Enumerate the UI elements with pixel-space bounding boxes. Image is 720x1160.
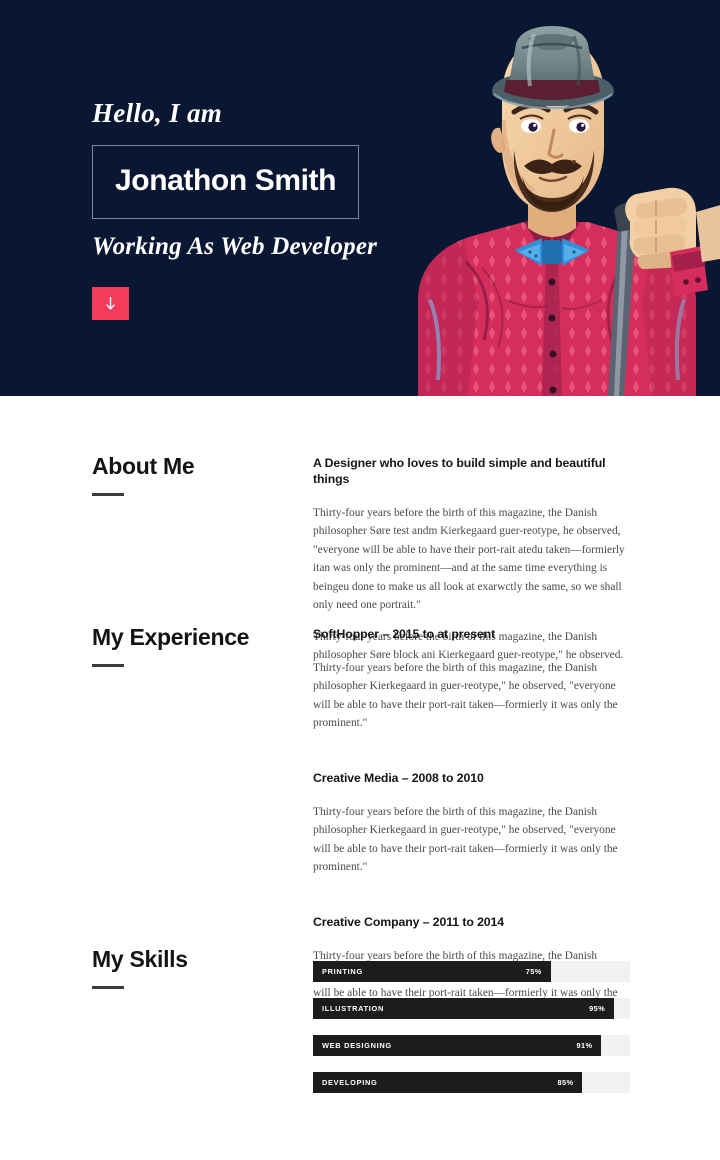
experience-item: Creative Media – 2008 to 2010 Thirty-fou… xyxy=(313,771,630,877)
skill-track: PRINTING 75% xyxy=(313,961,630,982)
hero-name: Jonathon Smith xyxy=(115,164,337,197)
skill-row: WEB DESIGNING 91% xyxy=(313,1035,630,1056)
skills-heading-rule xyxy=(92,986,124,990)
experience-heading-block: My Experience xyxy=(92,624,292,668)
skill-percent: 85% xyxy=(557,1078,574,1087)
skill-label: PRINTING xyxy=(322,967,363,976)
hero-greeting: Hello, I am xyxy=(92,98,223,128)
about-heading-rule xyxy=(92,493,124,497)
experience-item-title: Creative Media – 2008 to 2010 xyxy=(313,770,484,785)
hero-section: Hello, I am Jonathon Smith Working As We… xyxy=(0,0,720,396)
skill-label: DEVELOPING xyxy=(322,1078,378,1087)
hero-text-block: Hello, I am Jonathon Smith Working As We… xyxy=(92,98,377,320)
about-heading: About Me xyxy=(92,453,195,479)
arrow-down-icon xyxy=(106,296,115,310)
scroll-down-button[interactable] xyxy=(92,287,129,320)
experience-item-title: SoftHopper – 2015 to at present xyxy=(313,627,496,641)
experience-heading: My Experience xyxy=(92,624,250,650)
experience-item-text: Thirty-four years before the birth of th… xyxy=(313,661,618,730)
skill-fill: WEB DESIGNING 91% xyxy=(313,1035,602,1056)
content-area: About Me A Designer who loves to build s… xyxy=(0,396,720,1093)
skill-label: ILLUSTRATION xyxy=(322,1004,385,1013)
skills-heading-block: My Skills xyxy=(92,946,292,990)
experience-item-text: Thirty-four years before the birth of th… xyxy=(313,805,618,874)
experience-section: My Experience SoftHopper – 2015 to at pr… xyxy=(0,567,720,1017)
hero-name-box: Jonathon Smith xyxy=(92,145,360,219)
experience-heading-rule xyxy=(92,664,124,668)
about-subheading: A Designer who loves to build simple and… xyxy=(313,456,606,486)
experience-item: SoftHopper – 2015 to at present Thirty-f… xyxy=(313,627,630,733)
skill-row: PRINTING 75% xyxy=(313,961,630,982)
skill-track: WEB DESIGNING 91% xyxy=(313,1035,630,1056)
skills-section: My Skills PRINTING 75% ILLUSTRATION 95% … xyxy=(0,887,720,1093)
resume-page: Hello, I am Jonathon Smith Working As We… xyxy=(0,0,720,1160)
skill-fill: DEVELOPING 85% xyxy=(313,1072,583,1093)
skill-label: WEB DESIGNING xyxy=(322,1041,392,1050)
skill-row: ILLUSTRATION 95% xyxy=(313,998,630,1019)
skill-percent: 95% xyxy=(589,1004,606,1013)
skill-row: DEVELOPING 85% xyxy=(313,1072,630,1093)
skills-list: PRINTING 75% ILLUSTRATION 95% WEB DESIGN… xyxy=(313,947,630,1093)
skill-track: ILLUSTRATION 95% xyxy=(313,998,630,1019)
skill-fill: ILLUSTRATION 95% xyxy=(313,998,615,1019)
skill-track: DEVELOPING 85% xyxy=(313,1072,630,1093)
hipster-character-illustration xyxy=(356,0,720,396)
skill-percent: 91% xyxy=(576,1041,593,1050)
hero-tagline: Working As Web Developer xyxy=(92,233,378,260)
skill-fill: PRINTING 75% xyxy=(313,961,551,982)
about-heading-block: About Me xyxy=(92,453,292,497)
skill-percent: 75% xyxy=(525,967,542,976)
skills-heading: My Skills xyxy=(92,946,188,972)
about-section: About Me A Designer who loves to build s… xyxy=(0,396,720,661)
